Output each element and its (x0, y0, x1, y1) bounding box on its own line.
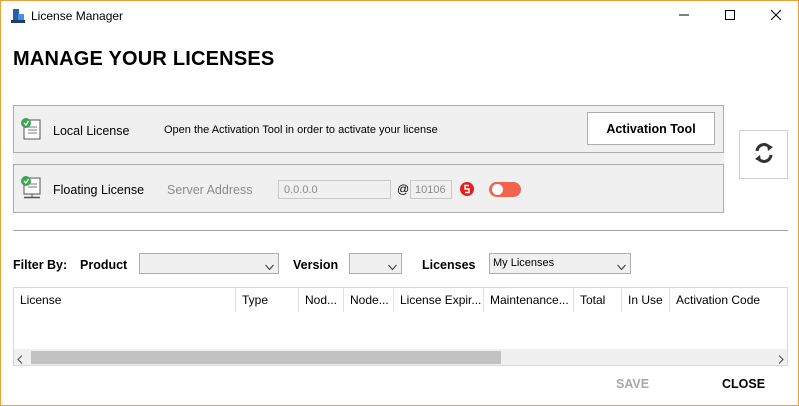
server-address-label: Server Address (167, 183, 253, 197)
scroll-left-icon[interactable] (16, 353, 24, 365)
chevron-down-icon (265, 260, 274, 271)
product-dropdown[interactable] (139, 253, 279, 274)
column-header-node-locked[interactable]: Node... (344, 288, 394, 312)
toggle-knob (492, 184, 503, 195)
save-button[interactable]: SAVE (616, 377, 649, 391)
activation-tool-button[interactable]: Activation Tool (587, 112, 715, 145)
floating-license-toggle[interactable] (489, 182, 521, 197)
licenses-label: Licenses (422, 258, 476, 272)
close-icon (770, 9, 782, 23)
horizontal-scrollbar[interactable] (14, 349, 787, 365)
scroll-right-icon[interactable] (777, 353, 785, 365)
license-certificate-icon (20, 117, 42, 141)
minimize-button[interactable] (661, 1, 707, 31)
licenses-dropdown[interactable]: My Licenses (489, 253, 631, 274)
license-network-icon (20, 176, 42, 200)
column-header-maintenance[interactable]: Maintenance... (484, 288, 574, 312)
floating-license-box: Floating License Server Address @ (13, 164, 724, 213)
maximize-button[interactable] (707, 1, 753, 31)
chevron-down-icon (388, 260, 397, 271)
section-divider (13, 230, 788, 231)
product-label: Product (80, 258, 128, 272)
filter-by-label: Filter By: (13, 258, 68, 272)
refresh-icon (753, 142, 775, 167)
close-button[interactable]: CLOSE (722, 377, 765, 391)
title-bar[interactable]: License Manager (1, 1, 798, 31)
version-dropdown[interactable] (349, 253, 402, 274)
license-manager-window: License Manager MANAGE YOUR LICENSES Loc… (0, 0, 799, 406)
port-separator: @ (397, 182, 410, 196)
server-address-input[interactable] (278, 180, 391, 199)
licenses-value: My Licenses (493, 257, 555, 269)
local-license-box: Local License Open the Activation Tool i… (13, 105, 724, 153)
page-title: MANAGE YOUR LICENSES (13, 48, 275, 70)
column-header-license[interactable]: License (14, 288, 236, 312)
version-label: Version (293, 258, 339, 272)
scrollbar-thumb[interactable] (31, 351, 501, 364)
column-header-type[interactable]: Type (236, 288, 299, 312)
activation-hint: Open the Activation Tool in order to act… (164, 124, 438, 136)
licenses-table: License Type Nod... Node... License Expi… (13, 287, 788, 366)
column-header-total[interactable]: Total (574, 288, 622, 312)
table-header: License Type Nod... Node... License Expi… (14, 288, 787, 312)
window-close-button[interactable] (753, 1, 799, 31)
maximize-icon (725, 9, 735, 23)
window-title: License Manager (31, 9, 124, 23)
license-options-panel: Local License Open the Activation Tool i… (13, 105, 724, 213)
chevron-down-icon (617, 260, 626, 271)
minimize-icon (679, 9, 689, 23)
column-header-activation-code[interactable]: Activation Code (670, 288, 787, 312)
server-status-icon (460, 182, 474, 196)
app-icon (10, 8, 26, 24)
column-header-nodes[interactable]: Nod... (299, 288, 344, 312)
column-header-in-use[interactable]: In Use (622, 288, 670, 312)
column-header-license-expiration[interactable]: License Expir... (394, 288, 484, 312)
floating-license-label: Floating License (53, 183, 145, 197)
local-license-label: Local License (53, 124, 130, 138)
refresh-button[interactable] (739, 130, 788, 179)
server-port-input[interactable] (410, 180, 452, 199)
